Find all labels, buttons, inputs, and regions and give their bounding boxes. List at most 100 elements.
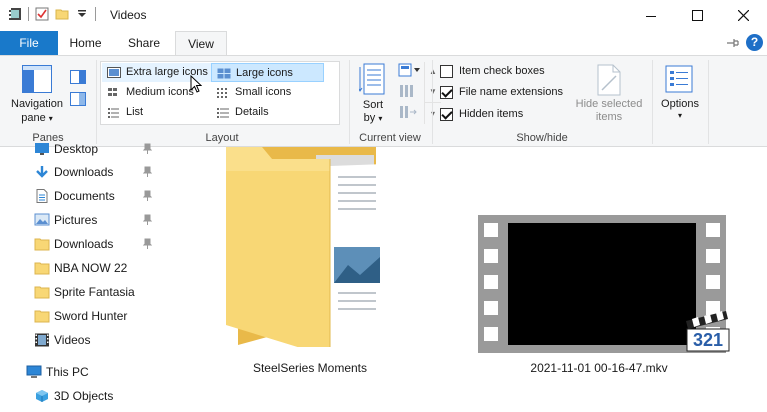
file-name-extensions-label: File name extensions	[459, 86, 563, 98]
sidebar-item-label: NBA NOW 22	[54, 261, 128, 275]
minimize-icon	[646, 15, 656, 17]
properties-check-icon[interactable]	[35, 7, 49, 21]
download-arrow-icon	[36, 166, 48, 178]
layout-small-icons[interactable]: Small icons	[211, 83, 324, 102]
navigation-pane-button[interactable]: Navigation pane ▾	[8, 61, 66, 129]
new-folder-icon[interactable]	[55, 7, 69, 21]
navigation-pane-label-2: pane ▾	[8, 112, 66, 124]
navigation-pane: Desktop Downloads Documents Pictures Dow…	[0, 142, 160, 412]
folder-icon	[34, 310, 50, 323]
navigation-pane-label-2-text: pane	[21, 112, 46, 124]
toolbar-separator	[28, 7, 29, 21]
sidebar-item-pictures[interactable]: Pictures	[34, 209, 160, 231]
sidebar-item-label: 3D Objects	[54, 389, 114, 403]
layout-list-label: List	[126, 106, 144, 118]
details-pane-icon[interactable]	[70, 92, 86, 106]
sidebar-item-sword-hunter[interactable]: Sword Hunter	[34, 305, 160, 327]
tab-home[interactable]: Home	[58, 31, 113, 55]
navigation-pane-icon	[22, 65, 52, 93]
file-name-extensions-checkbox[interactable]	[440, 86, 453, 99]
sidebar-item-desktop[interactable]: Desktop	[34, 138, 160, 160]
extra-large-icons-icon	[107, 67, 121, 78]
sort-by-label-1: Sort	[362, 99, 384, 111]
file-name: SteelSeries Moments	[252, 361, 368, 375]
group-divider	[652, 60, 653, 144]
video-file-item[interactable]: 321 2021-11-01 00-16-47.mkv	[470, 207, 730, 383]
layout-list[interactable]: List	[102, 103, 211, 122]
pin-ribbon-icon[interactable]	[726, 37, 740, 49]
3d-objects-icon	[36, 390, 48, 402]
dropdown-arrow-icon: ▾	[378, 114, 383, 123]
folder-icon	[34, 286, 50, 299]
item-check-boxes-label: Item check boxes	[459, 65, 545, 77]
options-label: Options	[661, 98, 699, 110]
media-player-badge-text: 321	[692, 330, 724, 350]
tab-file[interactable]: File	[0, 31, 58, 55]
sidebar-item-label: Downloads	[54, 165, 114, 179]
hidden-items-checkbox[interactable]	[440, 108, 453, 121]
show-hide-group-label: Show/hide	[516, 132, 568, 144]
sidebar-item-videos[interactable]: Videos	[34, 329, 160, 351]
item-check-boxes-checkbox[interactable]	[440, 65, 453, 78]
file-list-area: SteelSeries Moments 321 2021-11-01 00-16…	[160, 147, 767, 412]
options-button[interactable]: Options ▾	[656, 61, 704, 127]
sidebar-item-nba-now-22[interactable]: NBA NOW 22	[34, 257, 160, 279]
size-columns-icon[interactable]	[398, 105, 418, 119]
hide-selected-label-1: Hide selected	[575, 98, 643, 110]
sidebar-item-label: Desktop	[54, 142, 99, 156]
gallery-scroll-up-icon[interactable]: ▲	[425, 62, 441, 82]
medium-icons-icon	[108, 88, 117, 96]
add-columns-icon[interactable]	[398, 84, 418, 98]
quick-access-toolbar	[8, 7, 96, 21]
minimize-button[interactable]	[628, 0, 674, 31]
pin-icon[interactable]	[143, 190, 152, 202]
this-pc-icon	[26, 365, 42, 378]
tab-share[interactable]: Share	[113, 31, 175, 55]
layout-large-icons[interactable]: Large icons	[211, 63, 324, 82]
help-icon[interactable]: ?	[746, 34, 763, 51]
layout-small-icons-label: Small icons	[235, 86, 292, 98]
folder-item[interactable]: SteelSeries Moments	[220, 147, 400, 383]
sort-by-label-2-wrap: by ▾	[354, 112, 392, 124]
folder-icon	[34, 262, 50, 275]
pin-icon[interactable]	[143, 214, 152, 226]
small-icons-icon	[217, 88, 227, 98]
mouse-cursor-icon	[190, 75, 202, 93]
sidebar-item-3d-objects[interactable]: 3D Objects	[34, 385, 160, 407]
layout-gallery: Extra large icons Large icons Medium ico…	[100, 61, 441, 125]
maximize-icon	[691, 10, 703, 21]
tab-view[interactable]: View	[175, 31, 227, 56]
ribbon-view-pane: Navigation pane ▾ Panes Extra large icon…	[0, 55, 767, 147]
window-title: Videos	[110, 8, 147, 22]
title-bar: Videos	[0, 0, 767, 31]
sidebar-item-documents[interactable]: Documents	[34, 185, 160, 207]
pin-icon[interactable]	[143, 238, 152, 250]
gallery-expand-icon[interactable]: ▾	[425, 102, 441, 124]
sidebar-item-downloads[interactable]: Downloads	[34, 161, 160, 183]
layout-details[interactable]: Details	[211, 103, 324, 122]
sidebar-item-this-pc[interactable]: This PC	[26, 361, 160, 383]
sidebar-item-sprite-fantasia[interactable]: Sprite Fantasia	[34, 281, 160, 303]
preview-pane-icon[interactable]	[70, 70, 86, 84]
pin-icon[interactable]	[143, 143, 152, 155]
sidebar-item-downloads-folder[interactable]: Downloads	[34, 233, 160, 255]
sort-by-button[interactable]: Sort by ▾	[354, 61, 392, 127]
sort-by-icon	[359, 63, 385, 95]
maximize-button[interactable]	[674, 0, 720, 31]
pin-icon[interactable]	[143, 166, 152, 178]
close-button[interactable]	[720, 0, 766, 31]
close-icon	[737, 10, 749, 21]
hidden-items-label: Hidden items	[459, 108, 524, 120]
sidebar-item-label: Downloads	[54, 237, 114, 251]
customize-toolbar-arrow-icon[interactable]	[75, 7, 89, 21]
film-app-icon[interactable]	[8, 7, 22, 21]
layout-medium-icons-label: Medium icons	[126, 86, 194, 98]
layout-details-label: Details	[235, 106, 269, 118]
hide-selected-items-button[interactable]: Hide selected items	[572, 61, 646, 127]
group-by-icon[interactable]	[398, 63, 422, 77]
ribbon-tabs: File Home Share View ?	[0, 31, 767, 56]
options-icon	[665, 65, 693, 93]
gallery-scroll-down-icon[interactable]: ▼	[425, 82, 441, 102]
layout-large-icons-label: Large icons	[236, 67, 293, 79]
hide-selected-items-icon	[597, 64, 621, 96]
